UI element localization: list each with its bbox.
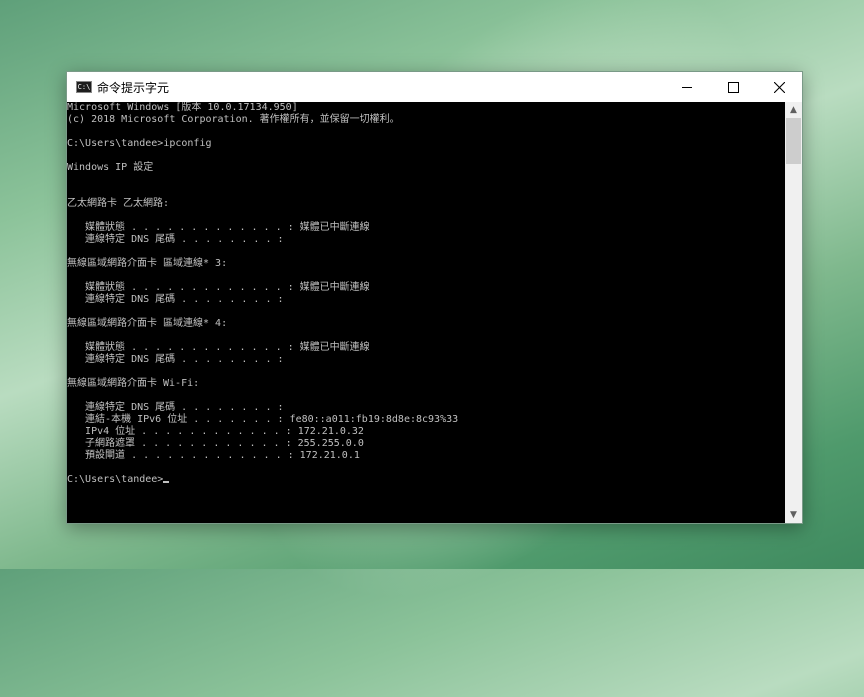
console-line: (c) 2018 Microsoft Corporation. 著作權所有，並保…: [67, 114, 400, 125]
console-line: C:\Users\tandee>ipconfig: [67, 138, 212, 149]
console-prompt-line[interactable]: C:\Users\tandee>: [67, 474, 785, 486]
console-line: 無線區域網路介面卡 區域連線* 4:: [67, 318, 228, 329]
scrollbar-thumb[interactable]: [786, 118, 801, 164]
console-line: 預設閘道 . . . . . . . . . . . . . : 172.21.…: [67, 450, 360, 461]
console-line: 連結-本機 IPv6 位址 . . . . . . . : fe80::a011…: [67, 414, 459, 425]
maximize-icon: [727, 81, 739, 93]
console-line: 媒體狀態 . . . . . . . . . . . . . : 媒體已中斷連線: [67, 342, 370, 353]
console-line: IPv4 位址 . . . . . . . . . . . . : 172.21…: [67, 426, 364, 437]
console-line: 媒體狀態 . . . . . . . . . . . . . : 媒體已中斷連線: [67, 222, 370, 233]
console-line: Microsoft Windows [版本 10.0.17134.950]: [67, 102, 298, 113]
minimize-button[interactable]: [664, 72, 710, 102]
console-line: 連線特定 DNS 尾碼 . . . . . . . . :: [67, 234, 284, 245]
console-line: Windows IP 設定: [67, 162, 154, 173]
console-line: 媒體狀態 . . . . . . . . . . . . . : 媒體已中斷連線: [67, 282, 370, 293]
console-line: 連線特定 DNS 尾碼 . . . . . . . . :: [67, 354, 284, 365]
console-prompt: C:\Users\tandee>: [67, 474, 164, 485]
scroll-down-button[interactable]: ▼: [785, 507, 802, 523]
console-line: 連線特定 DNS 尾碼 . . . . . . . . :: [67, 294, 284, 305]
vertical-scrollbar[interactable]: ▲ ▼: [785, 102, 802, 523]
title-bar[interactable]: C:\ 命令提示字元: [67, 72, 802, 102]
console-line: 子網路遮罩 . . . . . . . . . . . . : 255.255.…: [67, 438, 364, 449]
command-prompt-window: C:\ 命令提示字元 Microsoft Windows [版本 10.0.17…: [66, 71, 803, 524]
text-cursor: [163, 481, 170, 483]
scroll-up-button[interactable]: ▲: [785, 102, 802, 118]
cmd-app-icon[interactable]: C:\: [76, 81, 92, 93]
close-button[interactable]: [756, 72, 802, 102]
console-line: 乙太網路卡 乙太網路:: [67, 198, 170, 209]
console-line: 無線區域網路介面卡 區域連線* 3:: [67, 258, 228, 269]
minimize-icon: [682, 86, 692, 88]
console-line: 無線區域網路介面卡 Wi-Fi:: [67, 378, 200, 389]
close-icon: [773, 81, 785, 93]
console-output[interactable]: Microsoft Windows [版本 10.0.17134.950] (c)…: [67, 102, 785, 523]
console-line: 連線特定 DNS 尾碼 . . . . . . . . :: [67, 402, 284, 413]
maximize-button[interactable]: [710, 72, 756, 102]
window-title: 命令提示字元: [97, 81, 170, 95]
